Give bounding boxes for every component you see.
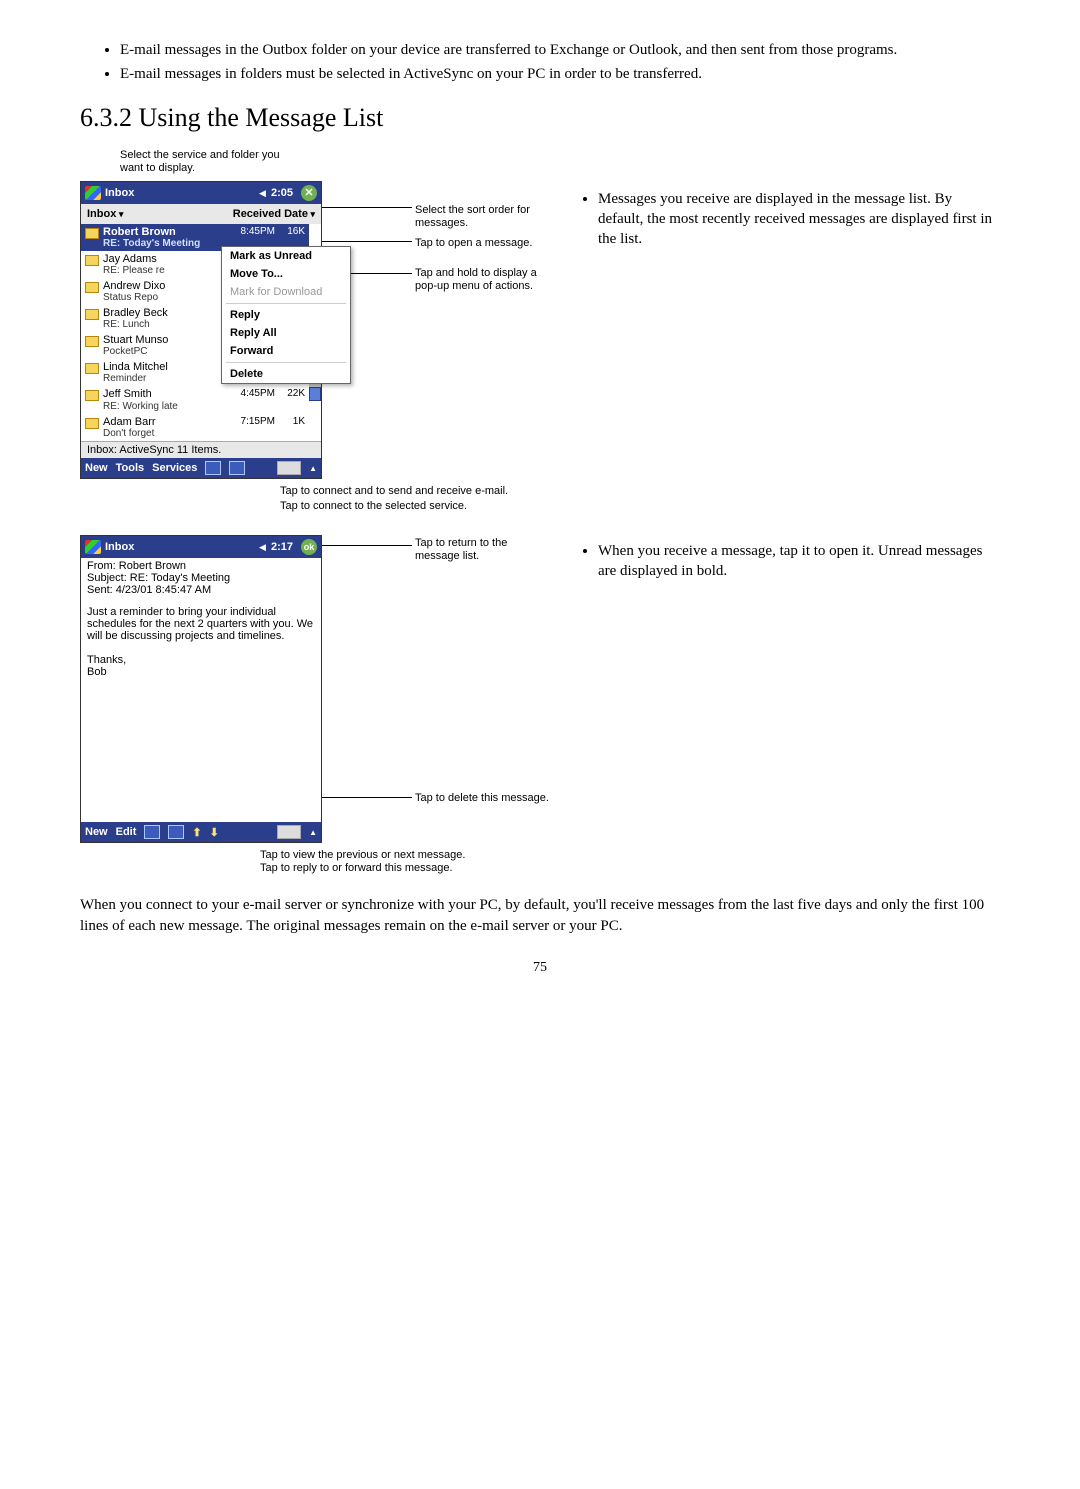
menu-reply[interactable]: Reply (222, 306, 350, 324)
callouts-below-1: Tap to connect and to send and receive e… (280, 485, 540, 513)
menu-mark-unread[interactable]: Mark as Unread (222, 247, 350, 265)
cmd-services[interactable]: Services (152, 462, 197, 474)
sender: Robert Brown (103, 226, 225, 238)
message-body: Just a reminder to bring your individual… (81, 600, 321, 822)
section-heading: 6.3.2 Using the Message List (80, 103, 1000, 133)
envelope-icon (85, 336, 99, 347)
envelope-icon (85, 255, 99, 266)
callout-open-message: Tap to open a message. (415, 237, 545, 250)
sip-up-icon[interactable] (309, 462, 317, 474)
callout-select-service: Select the service and folder you want t… (120, 149, 290, 175)
menu-move-to[interactable]: Move To... (222, 265, 350, 283)
ok-icon[interactable]: ok (301, 539, 317, 555)
figure-2-left: Inbox 2:17 ok From: Robert Brown Subject… (80, 535, 540, 875)
reply-icon[interactable] (144, 825, 160, 839)
callout-prev-next: Tap to view the previous or next message… (260, 849, 540, 862)
app-title: Inbox (105, 187, 255, 199)
clock: 2:05 (271, 187, 293, 199)
cmd-new[interactable]: New (85, 462, 108, 474)
callout-sort-order: Select the sort order for messages. (415, 204, 545, 230)
callouts-below-2: Tap to view the previous or next message… (260, 849, 540, 875)
body-p1: Just a reminder to bring your individual… (87, 606, 315, 642)
intro-bullets: E-mail messages in the Outbox folder on … (120, 40, 1000, 85)
hdr-from: From: Robert Brown (81, 560, 321, 572)
delete-icon[interactable] (168, 825, 184, 839)
subject: RE: Today's Meeting (103, 238, 225, 249)
cmd-tools[interactable]: Tools (116, 462, 145, 474)
status-bar: Inbox: ActiveSync 11 Items. (81, 441, 321, 458)
page-number: 75 (80, 960, 1000, 976)
hdr-sent: Sent: 4/23/01 8:45:47 AM (81, 584, 321, 596)
cmd-new[interactable]: New (85, 826, 108, 838)
command-bar: New Tools Services (81, 458, 321, 478)
titlebar: Inbox 2:05 ✕ (81, 182, 321, 204)
closing-paragraph: When you connect to your e-mail server o… (80, 895, 1000, 936)
device-inbox-list: Inbox 2:05 ✕ Inbox Received Date Robert … (80, 181, 322, 479)
callout-connect-service: Tap to connect to the selected service. (280, 500, 540, 513)
message-header: From: Robert Brown Subject: RE: Today's … (81, 558, 321, 600)
figure-2-row: Inbox 2:17 ok From: Robert Brown Subject… (80, 535, 1000, 875)
scroll-down-icon[interactable] (309, 387, 321, 401)
device-message-detail: Inbox 2:17 ok From: Robert Brown Subject… (80, 535, 322, 843)
titlebar: Inbox 2:17 ok (81, 536, 321, 558)
message-row[interactable]: Jeff Smith RE: Working late 4:45PM 22K (81, 386, 309, 413)
connect-icon[interactable] (205, 461, 221, 475)
envelope-icon (85, 390, 99, 401)
callout-hold-menu: Tap and hold to display a pop-up menu of… (415, 267, 545, 293)
size: 16K (279, 226, 305, 237)
menu-mark-download: Mark for Download (222, 283, 350, 301)
keyboard-icon[interactable] (277, 461, 301, 475)
app-title: Inbox (105, 541, 255, 553)
callout-connect-send: Tap to connect and to send and receive e… (280, 485, 540, 498)
intro-bullet-1: E-mail messages in the Outbox folder on … (120, 40, 1000, 60)
envelope-icon (85, 228, 99, 239)
menu-delete[interactable]: Delete (222, 365, 350, 383)
cmd-edit[interactable]: Edit (116, 826, 137, 838)
sort-dropdown[interactable]: Received Date (233, 208, 315, 220)
list-header: Inbox Received Date (81, 204, 321, 224)
keyboard-icon[interactable] (277, 825, 301, 839)
volume-icon[interactable] (259, 541, 267, 553)
prev-message-icon[interactable]: ⬆ (192, 826, 201, 839)
envelope-icon (85, 363, 99, 374)
folder-dropdown[interactable]: Inbox (87, 208, 123, 220)
figure-1-left: Select the service and folder you want t… (80, 149, 540, 516)
next-message-icon[interactable]: ⬇ (210, 826, 219, 839)
menu-reply-all[interactable]: Reply All (222, 324, 350, 342)
close-icon[interactable]: ✕ (301, 185, 317, 201)
sip-up-icon[interactable] (309, 826, 317, 838)
volume-icon[interactable] (259, 187, 267, 199)
clock: 2:17 (271, 541, 293, 553)
callout-reply-forward: Tap to reply to or forward this message. (260, 862, 540, 875)
message-row[interactable]: Adam Barr Don't forget 7:15PM 1K (81, 414, 309, 441)
envelope-icon (85, 309, 99, 320)
desc-bullet-2: When you receive a message, tap it to op… (598, 541, 1000, 582)
intro-bullet-2: E-mail messages in folders must be selec… (120, 64, 1000, 84)
send-receive-icon[interactable] (229, 461, 245, 475)
body-p3: Bob (87, 666, 315, 678)
context-menu: Mark as Unread Move To... Mark for Downl… (221, 246, 351, 384)
start-icon[interactable] (85, 186, 101, 200)
figure-2-description: When you receive a message, tap it to op… (580, 541, 1000, 582)
callout-delete-message: Tap to delete this message. (415, 792, 565, 805)
body-p2: Thanks, (87, 654, 315, 666)
command-bar: New Edit ⬆ ⬇ (81, 822, 321, 842)
envelope-icon (85, 282, 99, 293)
hdr-subject: Subject: RE: Today's Meeting (81, 572, 321, 584)
menu-forward[interactable]: Forward (222, 342, 350, 360)
desc-bullet-1: Messages you receive are displayed in th… (598, 189, 1000, 250)
envelope-icon (85, 418, 99, 429)
figure-1-description: Messages you receive are displayed in th… (580, 189, 1000, 250)
start-icon[interactable] (85, 540, 101, 554)
figure-1-row: Select the service and folder you want t… (80, 149, 1000, 516)
callout-return-list: Tap to return to the message list. (415, 537, 545, 563)
received-time: 8:45PM (229, 226, 275, 237)
